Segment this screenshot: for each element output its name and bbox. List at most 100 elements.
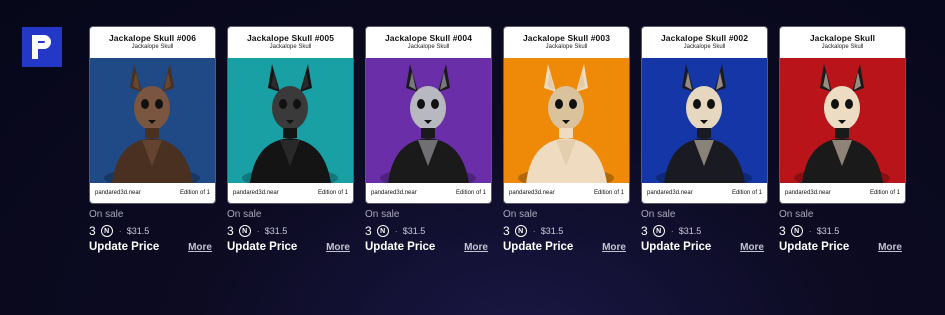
sale-status: On sale xyxy=(227,209,262,220)
card-footer: pandared3d.near Edition of 1 xyxy=(228,183,353,203)
price-separator: · xyxy=(670,226,674,236)
nft-title: Jackalope Skull #002 xyxy=(660,33,749,43)
update-price-button[interactable]: Update Price xyxy=(503,241,573,253)
creator-name[interactable]: pandared3d.near xyxy=(233,190,279,196)
sale-status: On sale xyxy=(503,209,538,220)
usd-price: $31.5 xyxy=(540,226,564,236)
logo-glyph xyxy=(32,35,51,59)
nft-grid: Jackalope Skull #006 Jackalope Skull pan… xyxy=(89,26,906,253)
more-link[interactable]: More xyxy=(188,242,212,253)
price-separator: · xyxy=(256,226,260,236)
edition-label: Edition of 1 xyxy=(731,190,762,196)
more-link[interactable]: More xyxy=(740,242,764,253)
creator-name[interactable]: pandared3d.near xyxy=(647,190,693,196)
more-link[interactable]: More xyxy=(326,242,350,253)
price-value: 3 xyxy=(779,224,786,238)
nft-item: Jackalope Skull Jackalope Skull pandared… xyxy=(779,26,906,253)
creator-name[interactable]: pandared3d.near xyxy=(95,190,141,196)
card-footer: pandared3d.near Edition of 1 xyxy=(504,183,629,203)
card-header: Jackalope Skull #006 Jackalope Skull xyxy=(90,27,215,58)
nft-title: Jackalope Skull #006 xyxy=(108,33,197,43)
card-footer: pandared3d.near Edition of 1 xyxy=(780,183,905,203)
nft-title: Jackalope Skull xyxy=(809,33,876,43)
nft-title: Jackalope Skull #004 xyxy=(384,33,473,43)
card-footer: pandared3d.near Edition of 1 xyxy=(90,183,215,203)
price-separator: · xyxy=(394,226,398,236)
creator-name[interactable]: pandared3d.near xyxy=(509,190,555,196)
item-actions: Update Price More xyxy=(227,241,354,253)
edition-label: Edition of 1 xyxy=(455,190,486,196)
nft-card[interactable]: Jackalope Skull #005 Jackalope Skull pan… xyxy=(227,26,354,204)
nft-title: Jackalope Skull #005 xyxy=(246,33,335,43)
paras-logo-icon[interactable] xyxy=(22,27,62,67)
price-separator: · xyxy=(532,226,536,236)
edition-label: Edition of 1 xyxy=(179,190,210,196)
nft-card[interactable]: Jackalope Skull #004 Jackalope Skull pan… xyxy=(365,26,492,204)
usd-price: $31.5 xyxy=(264,226,288,236)
nft-card[interactable]: Jackalope Skull #002 Jackalope Skull pan… xyxy=(641,26,768,204)
card-footer: pandared3d.near Edition of 1 xyxy=(366,183,491,203)
nft-artwork[interactable] xyxy=(90,58,215,183)
price-separator: · xyxy=(118,226,122,236)
price-value: 3 xyxy=(365,224,372,238)
collection-name: Jackalope Skull xyxy=(821,44,864,50)
sale-status: On sale xyxy=(365,209,400,220)
card-header: Jackalope Skull #005 Jackalope Skull xyxy=(228,27,353,58)
jackalope-figure-icon xyxy=(794,64,890,183)
nft-artwork[interactable] xyxy=(642,58,767,183)
item-actions: Update Price More xyxy=(779,241,906,253)
near-icon: N xyxy=(238,225,251,237)
update-price-button[interactable]: Update Price xyxy=(89,241,159,253)
near-icon: N xyxy=(376,225,389,237)
price-separator: · xyxy=(808,226,812,236)
price-value: 3 xyxy=(503,224,510,238)
update-price-button[interactable]: Update Price xyxy=(365,241,435,253)
collection-name: Jackalope Skull xyxy=(269,44,312,50)
price-row: 3 N · $31.5 xyxy=(503,224,630,238)
card-header: Jackalope Skull #004 Jackalope Skull xyxy=(366,27,491,58)
nft-artwork[interactable] xyxy=(780,58,905,183)
nft-artwork[interactable] xyxy=(366,58,491,183)
collection-name: Jackalope Skull xyxy=(131,44,174,50)
price-row: 3 N · $31.5 xyxy=(641,224,768,238)
update-price-button[interactable]: Update Price xyxy=(779,241,849,253)
sale-status: On sale xyxy=(779,209,814,220)
creator-name[interactable]: pandared3d.near xyxy=(785,190,831,196)
near-icon: N xyxy=(652,225,665,237)
jackalope-figure-icon xyxy=(104,64,200,183)
near-icon: N xyxy=(790,225,803,237)
usd-price: $31.5 xyxy=(126,226,150,236)
usd-price: $31.5 xyxy=(402,226,426,236)
collection-name: Jackalope Skull xyxy=(683,44,726,50)
jackalope-figure-icon xyxy=(380,64,476,183)
nft-item: Jackalope Skull #006 Jackalope Skull pan… xyxy=(89,26,216,253)
nft-item: Jackalope Skull #004 Jackalope Skull pan… xyxy=(365,26,492,253)
nft-artwork[interactable] xyxy=(504,58,629,183)
near-icon: N xyxy=(514,225,527,237)
collection-name: Jackalope Skull xyxy=(407,44,450,50)
edition-label: Edition of 1 xyxy=(869,190,900,196)
card-header: Jackalope Skull #003 Jackalope Skull xyxy=(504,27,629,58)
nft-artwork[interactable] xyxy=(228,58,353,183)
nft-title: Jackalope Skull #003 xyxy=(522,33,611,43)
collection-name: Jackalope Skull xyxy=(545,44,588,50)
item-actions: Update Price More xyxy=(641,241,768,253)
nft-card[interactable]: Jackalope Skull Jackalope Skull pandared… xyxy=(779,26,906,204)
jackalope-figure-icon xyxy=(242,64,338,183)
near-icon: N xyxy=(100,225,113,237)
jackalope-figure-icon xyxy=(656,64,752,183)
price-row: 3 N · $31.5 xyxy=(227,224,354,238)
nft-card[interactable]: Jackalope Skull #006 Jackalope Skull pan… xyxy=(89,26,216,204)
more-link[interactable]: More xyxy=(602,242,626,253)
edition-label: Edition of 1 xyxy=(317,190,348,196)
item-actions: Update Price More xyxy=(89,241,216,253)
price-value: 3 xyxy=(89,224,96,238)
update-price-button[interactable]: Update Price xyxy=(641,241,711,253)
more-link[interactable]: More xyxy=(878,242,902,253)
item-actions: Update Price More xyxy=(503,241,630,253)
jackalope-figure-icon xyxy=(518,64,614,183)
nft-card[interactable]: Jackalope Skull #003 Jackalope Skull pan… xyxy=(503,26,630,204)
more-link[interactable]: More xyxy=(464,242,488,253)
creator-name[interactable]: pandared3d.near xyxy=(371,190,417,196)
update-price-button[interactable]: Update Price xyxy=(227,241,297,253)
